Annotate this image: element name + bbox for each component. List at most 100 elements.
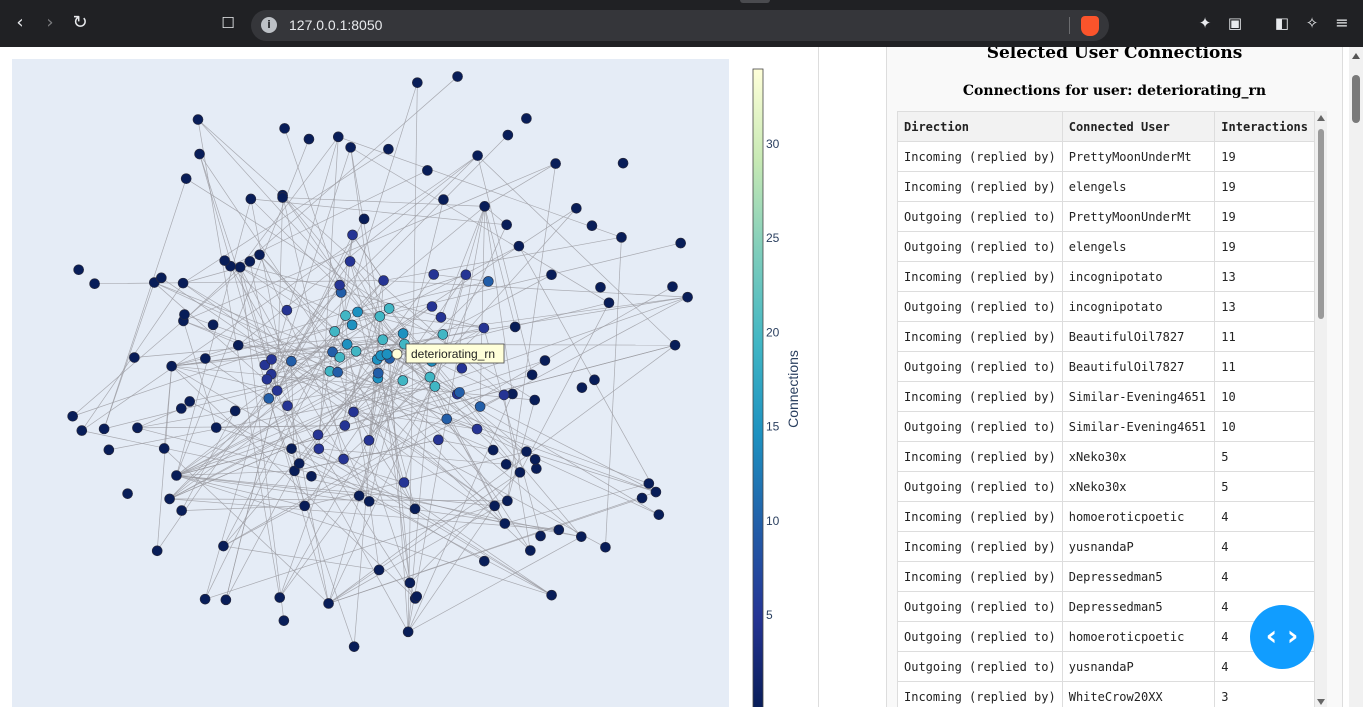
table-cell[interactable]: Incoming (replied by)	[897, 531, 1063, 562]
table-row[interactable]: Incoming (replied by) Depressedman5 4	[897, 561, 1315, 592]
column-header[interactable]: Interactions	[1214, 111, 1315, 142]
table-cell[interactable]: Outgoing (replied to)	[897, 351, 1063, 382]
table-cell[interactable]: 5	[1214, 441, 1315, 472]
page-scrollbar[interactable]	[1349, 47, 1363, 707]
table-cell[interactable]: Outgoing (replied to)	[897, 201, 1063, 232]
url-text[interactable]: 127.0.0.1:8050	[289, 17, 382, 33]
table-cell[interactable]: 4	[1214, 501, 1315, 532]
column-header[interactable]: Connected User	[1061, 111, 1216, 142]
scroll-up-icon[interactable]	[1317, 115, 1325, 121]
table-cell[interactable]: yusnandaP	[1061, 651, 1216, 682]
screenshot-icon[interactable]: ▣	[1223, 11, 1247, 35]
table-cell[interactable]: 19	[1214, 141, 1315, 172]
table-row[interactable]: Outgoing (replied to) xNeko30x 5	[897, 471, 1315, 502]
table-cell[interactable]: Incoming (replied by)	[897, 441, 1063, 472]
scroll-down-icon[interactable]	[1317, 699, 1325, 705]
table-cell[interactable]: 19	[1214, 201, 1315, 232]
table-cell[interactable]: BeautifulOil7827	[1061, 321, 1216, 352]
site-info-icon[interactable]: i	[261, 17, 277, 33]
table-row[interactable]: Outgoing (replied to) PrettyMoonUnderMt 19	[897, 201, 1315, 232]
table-cell[interactable]: homoeroticpoetic	[1061, 621, 1216, 652]
table-cell[interactable]: 10	[1214, 381, 1315, 412]
tab-indicator	[740, 0, 770, 3]
table-cell[interactable]: Outgoing (replied to)	[897, 471, 1063, 502]
table-cell[interactable]: elengels	[1061, 231, 1216, 262]
page-scroll-up-icon[interactable]	[1352, 53, 1360, 59]
forward-icon[interactable]: ›	[38, 11, 62, 35]
table-cell[interactable]: PrettyMoonUnderMt	[1061, 201, 1216, 232]
table-cell[interactable]: Similar-Evening4651	[1061, 381, 1216, 412]
table-cell[interactable]: Outgoing (replied to)	[897, 621, 1063, 652]
table-row[interactable]: Outgoing (replied to) elengels 19	[897, 231, 1315, 262]
table-cell[interactable]: Incoming (replied by)	[897, 141, 1063, 172]
table-cell[interactable]: BeautifulOil7827	[1061, 351, 1216, 382]
table-cell[interactable]: PrettyMoonUnderMt	[1061, 141, 1216, 172]
table-row[interactable]: Incoming (replied by) Similar-Evening4651…	[897, 381, 1315, 412]
table-row[interactable]: Incoming (replied by) incognipotato 13	[897, 261, 1315, 292]
table-cell[interactable]: Incoming (replied by)	[897, 261, 1063, 292]
table-scrollbar[interactable]	[1315, 111, 1327, 707]
table-row[interactable]: Incoming (replied by) yusnandaP 4	[897, 531, 1315, 562]
table-cell[interactable]: Outgoing (replied to)	[897, 231, 1063, 262]
table-cell[interactable]: 3	[1214, 681, 1315, 707]
table-row[interactable]: Incoming (replied by) PrettyMoonUnderMt 19	[897, 141, 1315, 172]
table-cell[interactable]: xNeko30x	[1061, 441, 1216, 472]
table-cell[interactable]: 11	[1214, 351, 1315, 382]
table-row[interactable]: Incoming (replied by) xNeko30x 5	[897, 441, 1315, 472]
table-cell[interactable]: Outgoing (replied to)	[897, 651, 1063, 682]
table-cell[interactable]: 11	[1214, 321, 1315, 352]
table-row[interactable]: Outgoing (replied to) Depressedman5 4	[897, 591, 1315, 622]
table-scroll-thumb[interactable]	[1318, 129, 1324, 319]
column-header[interactable]: Direction	[897, 111, 1063, 142]
back-icon[interactable]: ‹	[8, 11, 32, 35]
bookmark-icon[interactable]: ☐	[216, 11, 240, 35]
table-row[interactable]: Incoming (replied by) BeautifulOil7827 11	[897, 321, 1315, 352]
table-cell[interactable]: 4	[1214, 531, 1315, 562]
table-cell[interactable]: xNeko30x	[1061, 471, 1216, 502]
table-cell[interactable]: Outgoing (replied to)	[897, 591, 1063, 622]
table-row[interactable]: Incoming (replied by) homoeroticpoetic 4	[897, 501, 1315, 532]
browser-toolbar: ‹ › ↻ ☐ i 127.0.0.1:8050 ✦ ▣ ◧ ✧ ≡	[0, 0, 1363, 47]
table-cell[interactable]: Outgoing (replied to)	[897, 291, 1063, 322]
table-cell[interactable]: Outgoing (replied to)	[897, 411, 1063, 442]
table-row[interactable]: Incoming (replied by) elengels 19	[897, 171, 1315, 202]
table-cell[interactable]: 19	[1214, 231, 1315, 262]
table-cell[interactable]: WhiteCrow20XX	[1061, 681, 1216, 707]
table-cell[interactable]: 13	[1214, 261, 1315, 292]
table-row[interactable]: Outgoing (replied to) BeautifulOil7827 11	[897, 351, 1315, 382]
extensions-icon[interactable]: ✦	[1193, 11, 1217, 35]
table-cell[interactable]: yusnandaP	[1061, 531, 1216, 562]
address-bar[interactable]: i 127.0.0.1:8050	[251, 10, 1109, 41]
table-cell[interactable]: Incoming (replied by)	[897, 171, 1063, 202]
table-row[interactable]: Outgoing (replied to) incognipotato 13	[897, 291, 1315, 322]
table-cell[interactable]: Similar-Evening4651	[1061, 411, 1216, 442]
table-row[interactable]: Outgoing (replied to) Similar-Evening4651…	[897, 411, 1315, 442]
connections-table: Direction Connected User Interactions Inco…	[897, 111, 1315, 707]
code-brackets-icon[interactable]: ‹ ›	[1250, 605, 1314, 669]
table-row[interactable]: Incoming (replied by) WhiteCrow20XX 3	[897, 681, 1315, 707]
table-cell[interactable]: elengels	[1061, 171, 1216, 202]
table-cell[interactable]: 19	[1214, 171, 1315, 202]
table-cell[interactable]: incognipotato	[1061, 291, 1216, 322]
table-cell[interactable]: 13	[1214, 291, 1315, 322]
menu-icon[interactable]: ≡	[1330, 11, 1354, 35]
table-cell[interactable]: Incoming (replied by)	[897, 501, 1063, 532]
table-cell[interactable]: Incoming (replied by)	[897, 321, 1063, 352]
table-cell[interactable]: Depressedman5	[1061, 591, 1216, 622]
table-cell[interactable]: Incoming (replied by)	[897, 561, 1063, 592]
table-cell[interactable]: 4	[1214, 561, 1315, 592]
table-cell[interactable]: homoeroticpoetic	[1061, 501, 1216, 532]
connections-table-wrapper[interactable]: Direction Connected User Interactions Inco…	[897, 111, 1315, 707]
reload-icon[interactable]: ↻	[68, 11, 92, 35]
table-cell[interactable]: Incoming (replied by)	[897, 381, 1063, 412]
brave-shield-icon[interactable]	[1081, 16, 1099, 36]
table-cell[interactable]: Incoming (replied by)	[897, 681, 1063, 707]
table-row[interactable]: Outgoing (replied to) yusnandaP 4	[897, 651, 1315, 682]
table-cell[interactable]: incognipotato	[1061, 261, 1216, 292]
page-scroll-thumb[interactable]	[1352, 75, 1360, 123]
table-cell[interactable]: 5	[1214, 471, 1315, 502]
table-cell[interactable]: 10	[1214, 411, 1315, 442]
sidebar-icon[interactable]: ◧	[1270, 11, 1294, 35]
table-cell[interactable]: Depressedman5	[1061, 561, 1216, 592]
leo-icon[interactable]: ✧	[1300, 11, 1324, 35]
